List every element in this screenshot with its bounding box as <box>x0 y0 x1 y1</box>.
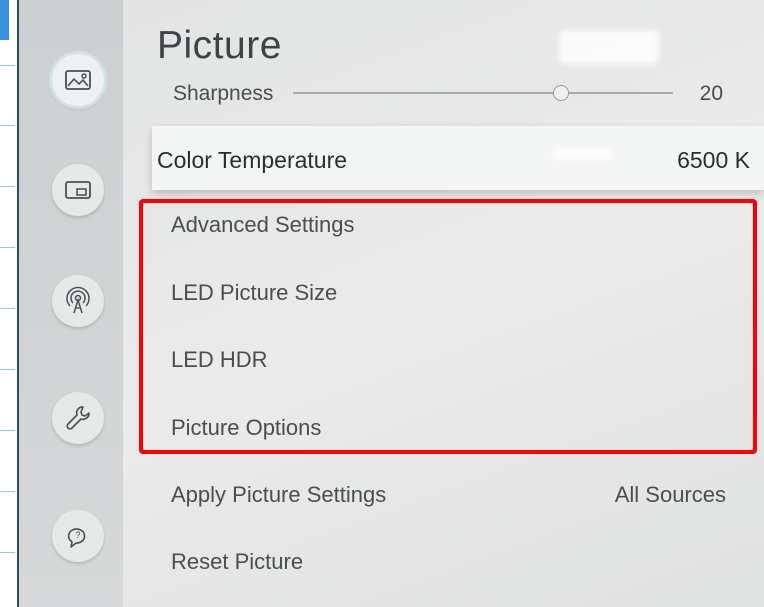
color-temperature-label: Color Temperature <box>157 147 348 173</box>
edge-line <box>0 491 15 492</box>
color-temperature-value: 6500 K <box>677 147 750 173</box>
apply-picture-settings-value: All Sources <box>614 482 726 507</box>
settings-sidebar: ? <box>19 0 123 607</box>
menu-item-apply-picture-settings[interactable]: Apply Picture Settings <box>171 482 386 508</box>
page-title: Picture <box>157 24 282 67</box>
edge-line <box>0 369 15 370</box>
sharpness-slider-knob[interactable] <box>553 85 569 101</box>
broadcast-icon[interactable] <box>52 275 104 327</box>
picture-in-picture-icon[interactable] <box>52 164 104 216</box>
sharpness-row[interactable]: Sharpness 20 <box>153 78 753 108</box>
edge-line <box>0 65 15 66</box>
svg-text:?: ? <box>76 530 81 540</box>
edge-line <box>0 247 15 248</box>
support-icon[interactable]: ? <box>52 510 104 562</box>
edge-line <box>0 552 15 553</box>
edge-line <box>0 125 15 126</box>
edge-line <box>0 430 15 431</box>
annotation-highlight-box <box>139 199 757 454</box>
sharpness-slider[interactable] <box>293 92 673 94</box>
sharpness-value: 20 <box>699 82 723 105</box>
sharpness-label: Sharpness <box>173 82 274 105</box>
picture-icon[interactable] <box>52 54 104 106</box>
photo-edge <box>0 0 19 607</box>
color-temperature-row[interactable]: Color Temperature 6500 K <box>152 126 764 190</box>
wrench-icon[interactable] <box>52 392 104 444</box>
edge-line <box>0 308 15 309</box>
edge-accent <box>0 0 9 40</box>
menu-item-reset-picture[interactable]: Reset Picture <box>171 549 303 575</box>
edge-line <box>0 186 15 187</box>
screen-glare <box>552 148 612 160</box>
screen-glare <box>559 30 659 64</box>
